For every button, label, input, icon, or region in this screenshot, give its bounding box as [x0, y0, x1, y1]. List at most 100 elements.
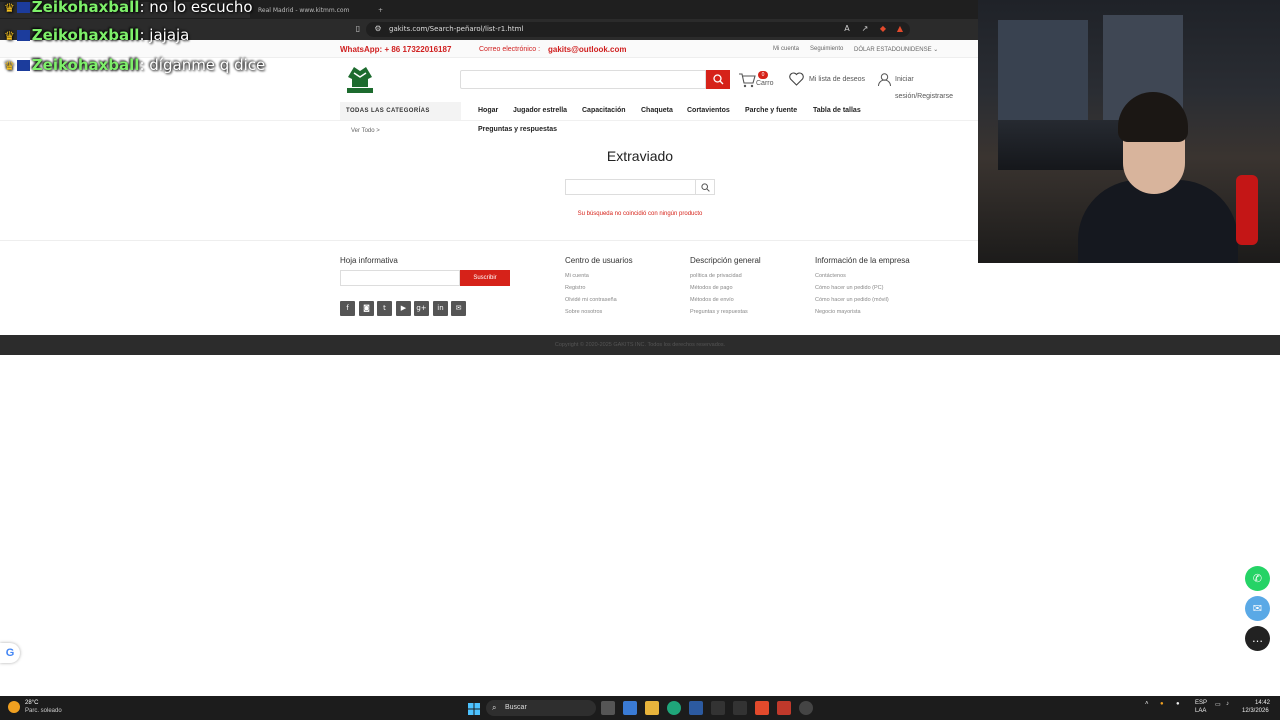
brave-icon[interactable]: [755, 701, 769, 715]
whatsapp-contact[interactable]: WhatsApp: + 86 17322016187: [340, 45, 451, 54]
wishlist-button[interactable]: [789, 72, 804, 91]
nav-item-cortavientos[interactable]: Cortavientos: [687, 107, 730, 114]
brave-shield-icon[interactable]: ◆: [878, 24, 888, 34]
chat-username: Zeikohaxball: [31, 56, 140, 74]
google-icon[interactable]: G: [0, 643, 20, 663]
footer-divider: [0, 240, 978, 241]
page-title: Extraviado: [606, 148, 674, 164]
language-indicator[interactable]: ESP: [1195, 700, 1207, 706]
new-tab-button[interactable]: +: [372, 2, 386, 18]
all-categories-button[interactable]: TODAS LAS CATEGORÍAS: [340, 102, 461, 120]
currency-selector[interactable]: DÓLAR ESTADOUNIDENSE ⌄: [854, 46, 938, 53]
footer-link[interactable]: Olvidé mi contraseña: [565, 297, 617, 303]
youtube-icon[interactable]: ▶: [396, 301, 411, 316]
search-input[interactable]: [460, 70, 706, 89]
cart-label[interactable]: Carro: [756, 80, 774, 87]
chat-text: : díganme q dice: [139, 56, 266, 74]
email-link[interactable]: gakits@outlook.com: [548, 45, 626, 54]
webcam-overlay: [978, 0, 1280, 263]
nav-item-tabla-tallas[interactable]: Tabla de tallas: [813, 107, 861, 114]
footer-link[interactable]: Cómo hacer un pedido (móvil): [815, 297, 889, 303]
brave-rewards-icon[interactable]: ▲: [895, 24, 905, 34]
file-explorer-icon[interactable]: [645, 701, 659, 715]
app-mm-icon[interactable]: [733, 701, 747, 715]
cart-icon: [739, 73, 756, 88]
login-link[interactable]: Iniciar: [895, 76, 914, 83]
chat-message: ♛ Zeikohaxball: jajaja: [4, 26, 189, 44]
whatsapp-float-button[interactable]: ✆: [1245, 566, 1270, 591]
footer-link[interactable]: Cómo hacer un pedido (PC): [815, 285, 883, 291]
search-icon: [712, 74, 723, 85]
volume-icon[interactable]: ♪: [1226, 701, 1229, 707]
bookmark-icon[interactable]: ▯: [353, 24, 363, 34]
footer-link[interactable]: Negocio mayorista: [815, 309, 861, 315]
footer-link[interactable]: Métodos de pago: [690, 285, 733, 291]
footer-link[interactable]: Registro: [565, 285, 585, 291]
footer-link[interactable]: Preguntas y respuestas: [690, 309, 748, 315]
whatsapp-icon: ✆: [1252, 572, 1263, 585]
translate-icon[interactable]: A: [842, 24, 852, 34]
nav-item-jugador-estrella[interactable]: Jugador estrella: [513, 107, 567, 114]
microphone: [1236, 175, 1258, 245]
cart-count-badge: 0: [758, 71, 768, 79]
nav-item-hogar[interactable]: Hogar: [478, 107, 498, 114]
nav-item-preguntas[interactable]: Preguntas y respuestas: [478, 126, 557, 133]
google-plus-icon[interactable]: g+: [414, 301, 429, 316]
obs-icon[interactable]: [799, 701, 813, 715]
clock-date[interactable]: 12/3/2026: [1242, 708, 1269, 714]
wishlist-label[interactable]: Mi lista de deseos: [809, 76, 865, 83]
tracking-link[interactable]: Seguimiento: [810, 46, 843, 52]
clock-time[interactable]: 14:42: [1255, 700, 1270, 706]
app-red-icon[interactable]: [777, 701, 791, 715]
chat-float-button[interactable]: …: [1245, 626, 1270, 651]
nav-item-chaqueta[interactable]: Chaqueta: [641, 107, 673, 114]
footer-link[interactable]: política de privacidad: [690, 273, 742, 279]
linkedin-icon[interactable]: in: [433, 301, 448, 316]
subscribe-button[interactable]: Suscribir: [460, 270, 510, 286]
calculator-icon[interactable]: [689, 701, 703, 715]
app-fe-icon[interactable]: [711, 701, 725, 715]
footer-link[interactable]: Contáctenos: [815, 273, 846, 279]
windows-start-icon[interactable]: [468, 702, 480, 715]
taskbar-search[interactable]: [486, 700, 596, 716]
tray-app-icon[interactable]: ●: [1160, 701, 1164, 707]
search-button[interactable]: [706, 70, 730, 89]
tray-chevron-icon[interactable]: ˄: [1145, 701, 1149, 707]
email-float-button[interactable]: ✉: [1245, 596, 1270, 621]
weather-temperature[interactable]: 28°C: [25, 700, 38, 706]
taskbar-search-label: Buscar: [505, 704, 527, 711]
footer-link[interactable]: Sobre nosotros: [565, 309, 602, 315]
instagram-icon[interactable]: ◙: [359, 301, 374, 316]
browser-tab-other[interactable]: Real Madrid - www.kitmm.com: [252, 2, 372, 18]
my-account-link[interactable]: Mi cuenta: [773, 46, 799, 52]
nav-item-parche-fuente[interactable]: Parche y fuente: [745, 107, 797, 114]
flag-icon: [16, 60, 30, 71]
facebook-icon[interactable]: f: [340, 301, 355, 316]
weather-description[interactable]: Parc. soleado: [25, 708, 62, 714]
widgets-icon[interactable]: [623, 701, 637, 715]
tab-title: Real Madrid - www.kitmm.com: [258, 6, 350, 14]
weather-icon[interactable]: [8, 701, 20, 713]
footer-column-title: Centro de usuarios: [565, 256, 633, 265]
newsletter-title: Hoja informativa: [340, 256, 398, 265]
microphone-icon[interactable]: ●: [1176, 701, 1180, 707]
network-icon[interactable]: ▭: [1215, 701, 1221, 708]
footer-link[interactable]: Métodos de envío: [690, 297, 734, 303]
newsletter-email-input[interactable]: [340, 270, 460, 286]
results-search-input[interactable]: [565, 179, 715, 195]
url-text: gakits.com/Search-peñarol/list-r1.html: [389, 25, 524, 33]
footer-link[interactable]: Mi cuenta: [565, 273, 589, 279]
login-button[interactable]: [877, 72, 892, 92]
vk-icon[interactable]: ✉: [451, 301, 466, 316]
site-info-icon[interactable]: ⚙: [373, 24, 383, 34]
see-all-link[interactable]: Ver Todo >: [351, 128, 380, 134]
site-logo[interactable]: [344, 63, 376, 96]
results-search-button[interactable]: [695, 179, 715, 195]
register-link[interactable]: sesión/Registrarse: [895, 93, 953, 100]
task-view-icon[interactable]: [601, 701, 615, 715]
edge-icon[interactable]: [667, 701, 681, 715]
email-label: Correo electrónico :: [479, 46, 541, 53]
twitter-icon[interactable]: t: [377, 301, 392, 316]
nav-item-capacitacion[interactable]: Capacitación: [582, 107, 626, 114]
share-icon[interactable]: ↗: [860, 24, 870, 34]
